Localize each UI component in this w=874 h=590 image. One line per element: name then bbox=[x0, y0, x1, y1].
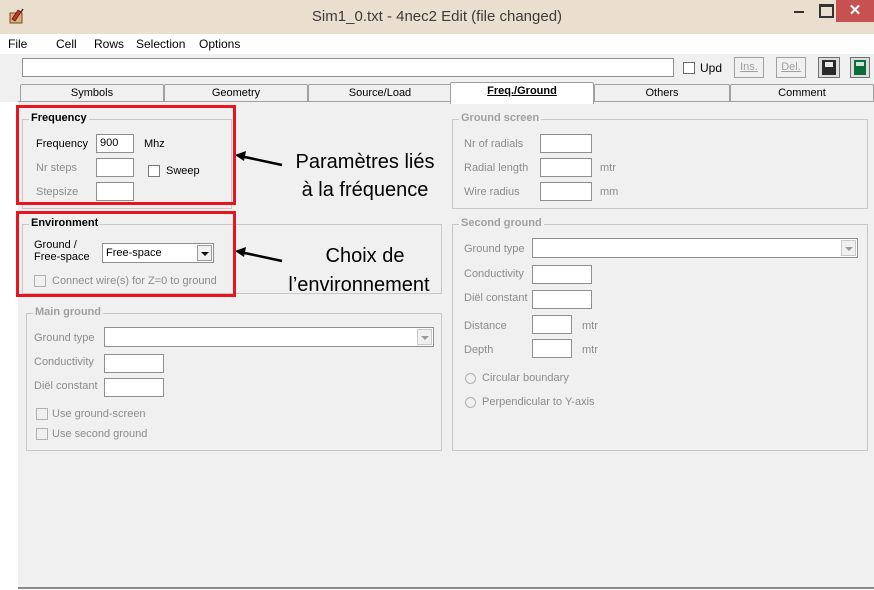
environment-highlight-box bbox=[16, 211, 236, 297]
second-ground-type-select[interactable] bbox=[532, 238, 858, 258]
depth-label: Depth bbox=[464, 344, 494, 356]
main-conductivity-label: Conductivity bbox=[34, 356, 94, 368]
tab-source-load[interactable]: Source/Load bbox=[308, 84, 452, 102]
minimize-button[interactable] bbox=[786, 0, 812, 22]
menu-cell[interactable]: Cell bbox=[56, 37, 77, 51]
perpendicular-label: Perpendicular to Y-axis bbox=[482, 396, 595, 408]
chevron-down-icon bbox=[841, 240, 856, 256]
nr-radials-input[interactable] bbox=[540, 134, 592, 153]
menu-selection[interactable]: Selection bbox=[136, 37, 185, 51]
nr-radials-label: Nr of radials bbox=[464, 138, 524, 150]
radial-length-label: Radial length bbox=[464, 162, 529, 174]
menu-options[interactable]: Options bbox=[199, 37, 240, 51]
main-ground-type-select[interactable] bbox=[104, 327, 434, 347]
main-conductivity-input[interactable] bbox=[104, 354, 164, 373]
use-ground-screen-label: Use ground-screen bbox=[52, 408, 146, 420]
distance-label: Distance bbox=[464, 320, 507, 332]
circular-boundary-label: Circular boundary bbox=[482, 372, 569, 384]
wire-radius-unit: mm bbox=[600, 186, 619, 198]
circular-boundary-radio[interactable] bbox=[465, 373, 476, 384]
frequency-annotation-line1: Paramètres liés bbox=[295, 151, 435, 173]
main-ground-title: Main ground bbox=[33, 306, 103, 318]
tab-comment[interactable]: Comment bbox=[730, 84, 874, 102]
ground-screen-title: Ground screen bbox=[459, 112, 542, 124]
tab-symbols[interactable]: Symbols bbox=[20, 84, 164, 102]
window-title: Sim1_0.txt - 4nec2 Edit (file changed) bbox=[311, 8, 563, 25]
title-bar: Sim1_0.txt - 4nec2 Edit (file changed) ✕ bbox=[0, 0, 874, 34]
environment-annotation-line2: l’environnement bbox=[288, 274, 430, 296]
use-ground-screen-checkbox[interactable] bbox=[36, 408, 48, 420]
menu-bar: File Cell Rows Selection Options bbox=[0, 34, 874, 54]
cell-edit-input[interactable] bbox=[22, 58, 674, 77]
main-dielconst-label: Diël constant bbox=[34, 380, 98, 392]
perpendicular-radio[interactable] bbox=[465, 397, 476, 408]
radial-length-input[interactable] bbox=[540, 158, 592, 177]
calculator-icon[interactable] bbox=[850, 57, 870, 78]
tab-geometry[interactable]: Geometry bbox=[164, 84, 308, 102]
tab-freq-ground[interactable]: Freq./Ground bbox=[450, 82, 594, 104]
use-second-ground-label: Use second ground bbox=[52, 428, 148, 440]
upd-checkbox[interactable] bbox=[683, 62, 695, 74]
radial-length-unit: mtr bbox=[600, 162, 616, 174]
environment-annotation-line1: Choix de bbox=[325, 245, 405, 267]
second-conductivity-label: Conductivity bbox=[464, 268, 524, 280]
main-ground-type-label: Ground type bbox=[34, 332, 95, 344]
upd-label: Upd bbox=[700, 61, 723, 75]
delete-button[interactable]: Del. bbox=[776, 57, 806, 78]
close-icon: ✕ bbox=[848, 2, 862, 19]
depth-input[interactable] bbox=[532, 339, 572, 358]
depth-unit: mtr bbox=[582, 344, 598, 356]
use-second-ground-checkbox[interactable] bbox=[36, 428, 48, 440]
distance-input[interactable] bbox=[532, 315, 572, 334]
main-dielconst-input[interactable] bbox=[104, 378, 164, 397]
maximize-button[interactable] bbox=[812, 0, 838, 22]
second-ground-group: Second ground bbox=[452, 217, 868, 451]
second-ground-title: Second ground bbox=[459, 217, 544, 229]
save-icon[interactable] bbox=[818, 57, 840, 78]
toolbar: Upd Ins. Del. bbox=[0, 54, 874, 82]
tab-strip: Symbols Geometry Source/Load Freq./Groun… bbox=[0, 82, 874, 104]
frequency-highlight-box bbox=[16, 105, 236, 205]
environment-arrow-icon bbox=[235, 247, 283, 263]
wire-radius-input[interactable] bbox=[540, 182, 592, 201]
tab-others[interactable]: Others bbox=[594, 84, 730, 102]
distance-unit: mtr bbox=[582, 320, 598, 332]
second-conductivity-input[interactable] bbox=[532, 265, 592, 284]
frequency-annotation-line2: à la fréquence bbox=[301, 179, 429, 201]
menu-file[interactable]: File bbox=[8, 37, 27, 51]
insert-button[interactable]: Ins. bbox=[734, 57, 764, 78]
close-button[interactable]: ✕ bbox=[836, 0, 874, 22]
second-ground-type-label: Ground type bbox=[464, 243, 525, 255]
second-dielconst-input[interactable] bbox=[532, 290, 592, 309]
wire-radius-label: Wire radius bbox=[464, 186, 520, 198]
menu-rows[interactable]: Rows bbox=[94, 37, 124, 51]
frequency-arrow-icon bbox=[235, 151, 283, 167]
second-dielconst-label: Diël constant bbox=[464, 292, 528, 304]
chevron-down-icon bbox=[417, 329, 432, 345]
